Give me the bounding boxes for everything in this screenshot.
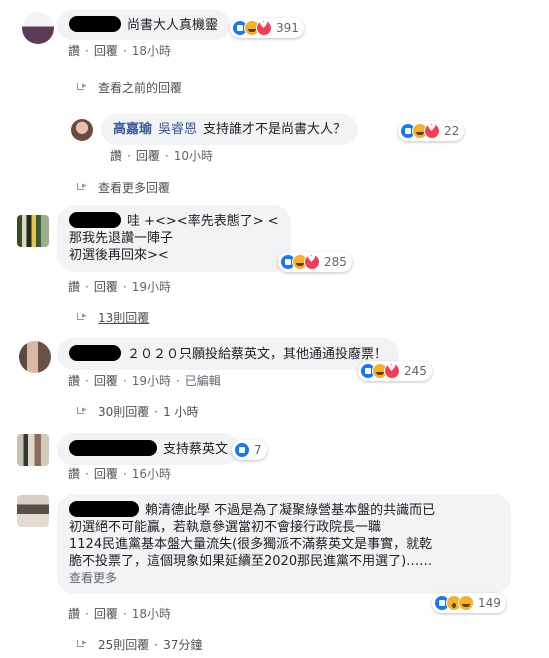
reaction-summary[interactable]: 245: [358, 361, 432, 381]
see-more-link[interactable]: 查看更多: [69, 570, 499, 587]
reply-bubble: 高嘉瑜 吳睿恩 支持誰才不是尚書大人？: [101, 114, 359, 145]
replies-count-link[interactable]: 25則回覆·37分鐘: [76, 636, 202, 653]
comment-text-line: 哇 +<><率先表態了> <: [127, 214, 279, 229]
avatar[interactable]: [71, 119, 93, 141]
reaction-count: 7: [254, 443, 262, 457]
reaction-count: 149: [478, 596, 501, 610]
reaction-count: 391: [276, 21, 299, 35]
reaction-summary[interactable]: 391: [230, 18, 304, 38]
reaction-summary[interactable]: 7: [232, 440, 267, 460]
avatar[interactable]: [17, 215, 49, 247]
comment-bubble: 賴清德此學 不過是為了凝聚綠營基本盤的共識而已 初選絕不可能贏，若執意參選當初不…: [57, 494, 511, 594]
like-link[interactable]: 讚: [110, 149, 122, 163]
reply-text: 支持誰才不是尚書大人？: [203, 122, 347, 137]
redacted-author-name: [69, 345, 121, 361]
comment-text: 支持蔡英文: [163, 442, 229, 457]
replies-count-link[interactable]: 30則回覆·1 小時: [76, 403, 199, 420]
reply-arrow-icon: [76, 405, 90, 417]
reply-link[interactable]: 回覆: [94, 280, 118, 294]
reaction-summary[interactable]: 285: [278, 252, 352, 272]
comment-text-line: 脆不投票了，這個現象如果延續至2020那民進黨不用選了)……: [69, 554, 433, 569]
reply-arrow-icon: [76, 638, 90, 650]
love-reaction-icon: [384, 363, 400, 379]
comment-text-line: 那我先退讚一陣子: [69, 231, 174, 246]
edited-label[interactable]: 已編輯: [185, 374, 221, 388]
avatar[interactable]: [22, 12, 54, 44]
timestamp[interactable]: 18小時: [132, 44, 171, 58]
redacted-author-name: [69, 16, 121, 32]
comment-text-line: 賴清德此學 不過是為了凝聚綠營基本盤的共識而已: [145, 503, 436, 518]
avatar[interactable]: [19, 341, 51, 373]
redacted-author-name: [69, 212, 121, 228]
love-reaction-icon: [256, 20, 272, 36]
haha-reaction-icon: [458, 595, 474, 611]
view-previous-replies[interactable]: 查看之前的回覆: [76, 79, 182, 96]
reply-author-link[interactable]: 高嘉瑜: [113, 122, 152, 137]
timestamp[interactable]: 18小時: [132, 607, 171, 621]
reaction-count: 22: [444, 124, 460, 138]
timestamp[interactable]: 10小時: [174, 149, 213, 163]
comment-actions: 讚 · 回覆 · 18小時: [68, 607, 171, 621]
comment-bubble: 尚書大人真機靈: [57, 10, 231, 40]
reply-arrow-icon: [76, 181, 90, 193]
like-link[interactable]: 讚: [68, 44, 80, 58]
reply-link[interactable]: 回覆: [94, 467, 118, 481]
comment-text: ２０２０只願投給蔡英文，其他通通投廢票！: [127, 347, 388, 362]
comment-text-line: 1124民進黨基本盤大量流失(很多獨派不滿蔡英文是事實，就乾: [69, 537, 433, 552]
love-reaction-icon: [424, 123, 440, 139]
reaction-count: 245: [404, 364, 427, 378]
reply-arrow-icon: [76, 81, 90, 93]
comment-text: 尚書大人真機靈: [127, 18, 219, 33]
reply-link[interactable]: 回覆: [94, 374, 118, 388]
reaction-summary[interactable]: 149: [432, 593, 506, 613]
reply-arrow-icon: [76, 311, 90, 323]
like-link[interactable]: 讚: [68, 467, 80, 481]
like-link[interactable]: 讚: [68, 607, 80, 621]
comment-actions: 讚 · 回覆 · 16小時: [68, 467, 171, 481]
view-more-replies[interactable]: 查看更多回覆: [76, 179, 170, 196]
reply-link[interactable]: 回覆: [94, 44, 118, 58]
timestamp[interactable]: 16小時: [132, 467, 171, 481]
reply-actions: 讚 · 回覆 · 10小時: [110, 149, 213, 163]
replies-count-link[interactable]: 13則回覆: [76, 309, 149, 326]
like-link[interactable]: 讚: [68, 374, 80, 388]
timestamp[interactable]: 19小時: [132, 280, 171, 294]
tagged-user-link[interactable]: 吳睿恩: [158, 122, 197, 137]
reply-link[interactable]: 回覆: [94, 607, 118, 621]
comment-actions: 讚 · 回覆 · 19小時: [68, 280, 171, 294]
avatar[interactable]: [17, 495, 49, 527]
like-link[interactable]: 讚: [68, 280, 80, 294]
avatar[interactable]: [17, 434, 49, 466]
comment-actions: 讚 · 回覆 · 19小時 · 已編輯: [68, 374, 221, 388]
comment-text-line: 初選絕不可能贏，若執意參選當初不會接行政院長一職: [69, 520, 382, 535]
timestamp[interactable]: 19小時: [132, 374, 171, 388]
reaction-summary[interactable]: 22: [398, 121, 465, 141]
redacted-author-name: [69, 440, 157, 456]
comment-actions: 讚 · 回覆 · 18小時: [68, 44, 171, 58]
comment-bubble: ２０２０只願投給蔡英文，其他通通投廢票！: [57, 338, 400, 370]
like-reaction-icon: [234, 442, 250, 458]
comment-text-line: 初選後再回來><: [69, 248, 169, 263]
love-reaction-icon: [304, 254, 320, 270]
redacted-author-name: [69, 501, 139, 517]
comment-bubble: 哇 +<><率先表態了> < 那我先退讚一陣子 初選後再回來><: [57, 205, 291, 272]
comment-bubble: 支持蔡英文: [57, 433, 241, 465]
reaction-count: 285: [324, 255, 347, 269]
reply-link[interactable]: 回覆: [136, 149, 160, 163]
